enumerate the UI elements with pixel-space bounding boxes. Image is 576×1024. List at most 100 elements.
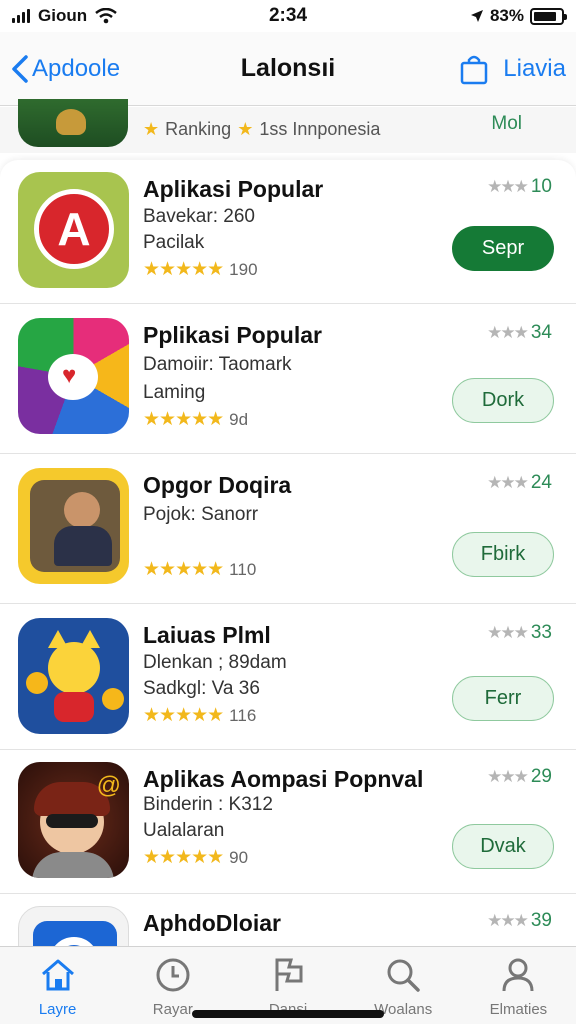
score-badge: ★★★ 10 xyxy=(487,176,552,198)
app-row[interactable]: Opgor Doqira Pojok: Sanorr ★★★★★ 110 ★★★… xyxy=(0,454,576,604)
tab-profile[interactable]: Elmaties xyxy=(461,947,576,1024)
tab-label: Elmaties xyxy=(489,1001,548,1018)
app-subtitle: Binderin : K312 xyxy=(143,794,273,815)
status-bar: Gioun 2:34 83% xyxy=(0,0,576,32)
tab-home[interactable]: Layre xyxy=(0,947,115,1024)
get-button[interactable]: Dvak xyxy=(452,824,554,869)
rating-count: 190 xyxy=(229,259,258,279)
home-indicator xyxy=(192,1010,384,1018)
score-badge: ★★★ 29 xyxy=(487,766,552,788)
rating-count: 90 xyxy=(229,847,249,867)
rating-stars: ★★★★★ xyxy=(143,409,224,430)
app-name: Laiuas Plml xyxy=(143,622,271,648)
person-icon xyxy=(502,958,534,992)
battery-percent: 83% xyxy=(489,6,524,25)
app-name: Aplikasi Popular xyxy=(143,176,324,202)
score-badge: ★★★ 24 xyxy=(487,472,552,494)
wifi-icon xyxy=(95,8,117,24)
score-stars: ★★★ xyxy=(487,623,529,642)
app-row[interactable]: A Aplikasi Popular Bavekar: 260 Pacilak … xyxy=(0,160,576,304)
score-value: 39 xyxy=(530,910,552,931)
cat-icon xyxy=(48,630,100,694)
app-subtitle: Damoiir: Taomark xyxy=(143,354,292,375)
rating-count: 116 xyxy=(229,705,257,725)
previous-right-label: Mol xyxy=(491,113,522,134)
score-badge: ★★★ 34 xyxy=(487,322,552,344)
location-arrow-icon xyxy=(470,10,483,22)
shopping-bag-icon[interactable] xyxy=(459,53,489,85)
battery-icon xyxy=(530,7,567,25)
cookie-icon xyxy=(26,672,48,694)
battery-fill xyxy=(534,11,556,21)
app-subtitle-2: Ualalaran xyxy=(143,820,225,841)
score-stars: ★★★ xyxy=(487,767,529,786)
app-rating: ★★★★★ 9d xyxy=(143,408,248,431)
get-button[interactable]: Sepr xyxy=(452,226,554,271)
score-stars: ★★★ xyxy=(487,911,529,930)
previous-list-row: ★ Ranking ★ 1ss Innponesia Mol xyxy=(0,99,576,153)
app-icon-red-a: A xyxy=(18,172,129,288)
app-row[interactable]: Laiuas Plml Dlenkan ; 89dam Sadkgl: Va 3… xyxy=(0,604,576,750)
app-row[interactable]: AphdoDloiar ★★★ 39 xyxy=(0,894,576,946)
score-stars: ★★★ xyxy=(487,177,529,196)
home-icon xyxy=(41,959,74,991)
chevron-left-icon xyxy=(12,54,28,83)
signal-icon xyxy=(12,9,30,23)
app-row[interactable]: @ Aplikas Aompasi Popnval Binderin : K31… xyxy=(0,750,576,894)
heart-icon xyxy=(48,354,98,400)
star-icon: ★ xyxy=(143,119,160,139)
score-value: 24 xyxy=(530,472,552,493)
ranking-label: Ranking xyxy=(165,119,232,139)
app-icon-colorful xyxy=(18,318,129,434)
score-value: 33 xyxy=(530,622,552,643)
app-name: Pplikasi Popular xyxy=(143,322,322,348)
get-button[interactable]: Dork xyxy=(452,378,554,423)
back-button[interactable]: Apdoole xyxy=(10,54,180,84)
app-row[interactable]: Pplikasi Popular Damoiir: Taomark Laming… xyxy=(0,304,576,454)
get-button[interactable]: Fbirk xyxy=(452,532,554,577)
face-icon xyxy=(64,492,100,528)
app-subtitle-2: Pacilak xyxy=(143,232,205,253)
rating-count: 110 xyxy=(229,559,257,579)
status-time: 2:34 xyxy=(268,5,308,26)
navigation-bar: Apdoole Lalonsıi Liavia xyxy=(0,32,576,106)
flag-icon xyxy=(275,958,303,991)
back-label: Apdoole xyxy=(32,54,121,82)
app-subtitle: Dlenkan ; 89dam xyxy=(143,652,287,673)
rating-stars: ★★★★★ xyxy=(143,259,224,280)
clock-icon xyxy=(156,958,190,992)
status-left: Gioun xyxy=(12,6,212,26)
tab-label: Layre xyxy=(38,1001,77,1018)
app-subtitle-2: Laming xyxy=(143,382,206,403)
app-icon-portrait xyxy=(18,468,129,584)
app-subtitle: Bavekar: 260 xyxy=(143,206,255,227)
score-badge: ★★★ 33 xyxy=(487,622,552,644)
score-stars: ★★★ xyxy=(487,323,529,342)
glasses-icon xyxy=(46,814,98,828)
app-icon-avatar: @ xyxy=(18,762,129,878)
status-right: 83% xyxy=(364,6,567,26)
rating-count: 9d xyxy=(229,409,249,429)
app-icon-blue xyxy=(18,906,129,946)
app-subtitle-2: Sadkgl: Va 36 xyxy=(143,678,260,699)
page-title: Lalonsıi xyxy=(240,54,336,82)
score-value: 10 xyxy=(530,176,552,197)
app-rating: ★★★★★ 190 xyxy=(143,258,258,281)
get-button[interactable]: Ferr xyxy=(452,676,554,721)
spiral-icon: @ xyxy=(96,772,121,799)
search-icon xyxy=(387,959,420,992)
score-value: 34 xyxy=(530,322,552,343)
rating-stars: ★★★★★ xyxy=(143,705,224,726)
letter-a-icon: A xyxy=(34,189,114,269)
shirt-shape xyxy=(32,852,114,878)
app-subtitle: Pojok: Sanorr xyxy=(143,504,259,525)
nav-right-group: Liavia xyxy=(396,53,566,85)
ranking-line: ★ Ranking ★ 1ss Innponesia xyxy=(143,119,380,140)
cat-body xyxy=(54,692,94,722)
nav-right-button[interactable]: Liavia xyxy=(503,55,566,83)
score-badge: ★★★ 39 xyxy=(487,910,552,932)
app-icon-cat xyxy=(18,618,129,734)
score-value: 29 xyxy=(530,766,552,787)
cookie-icon xyxy=(102,688,124,710)
body-shape xyxy=(54,526,112,566)
